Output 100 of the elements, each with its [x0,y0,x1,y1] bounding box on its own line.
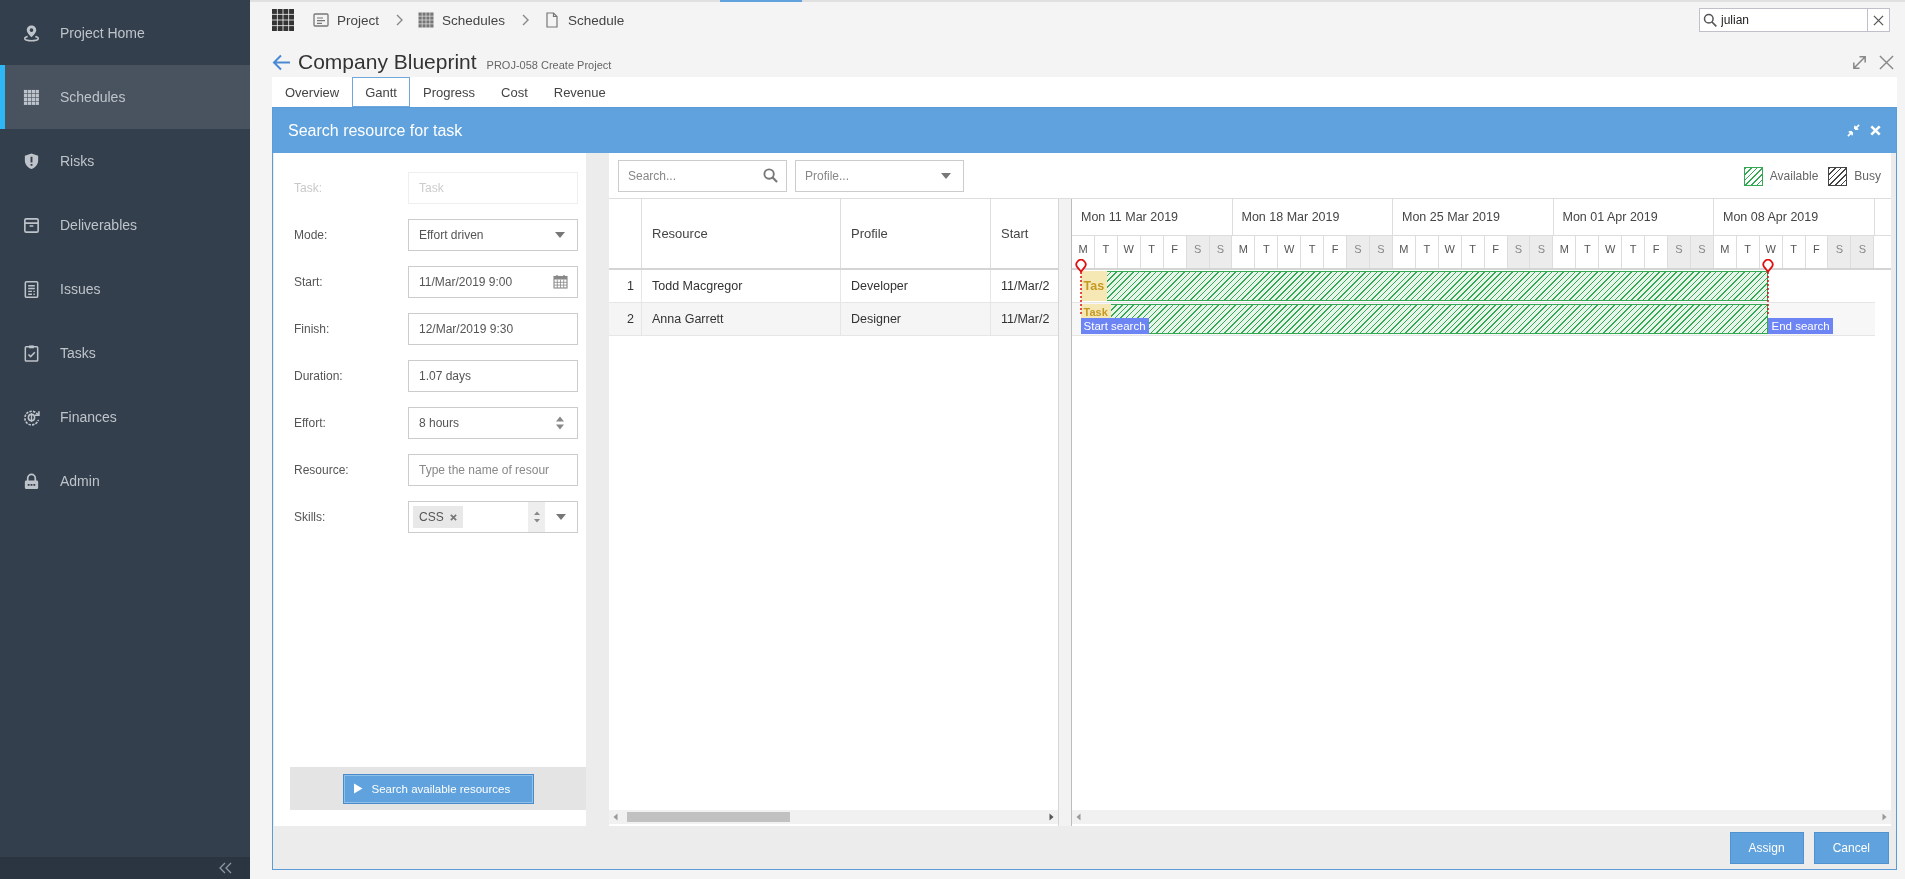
window-list-icon [313,12,329,28]
day-header: F [1645,236,1668,268]
field-label: Duration: [294,369,344,383]
chevron-right-icon [522,14,530,26]
table-cell: Designer [841,303,991,335]
calendar-icon[interactable] [553,274,568,289]
legend-label: Available [1769,169,1819,183]
day-header: T [1782,236,1806,268]
archive-box-icon [22,215,41,235]
sidebar-item[interactable]: Risks [0,129,250,193]
breadcrumb-link[interactable]: Schedules [418,12,506,28]
expand-icon[interactable] [1851,53,1868,71]
field-label: Resource: [294,463,350,477]
caret-down-icon[interactable] [556,514,566,520]
end-marker[interactable] [1762,259,1775,315]
day-header: S [1667,236,1691,268]
play-icon [352,783,363,794]
text-field[interactable]: 12/Mar/2019 9:30 [408,313,578,345]
table-cell: Anna Garrett [642,303,841,335]
tab[interactable]: Cost [488,77,541,107]
scroll-left-icon[interactable] [613,813,618,821]
tab[interactable]: Overview [272,77,353,107]
day-header: W [1438,236,1462,268]
minimize-arrows-icon[interactable] [1847,124,1860,137]
remove-icon[interactable] [449,513,457,521]
field-label: Skills: [294,510,327,524]
caret-down-icon[interactable] [941,173,951,179]
day-header: S [1530,236,1554,268]
search-icon [1703,13,1717,27]
day-header: W [1278,236,1302,268]
breadcrumb-link[interactable]: Schedule [544,12,625,28]
day-header: S [1370,236,1393,268]
sidebar-item[interactable]: Deliverables [0,193,250,257]
sidebar-item[interactable]: Finances [0,385,250,449]
tab[interactable]: Gantt [352,77,410,107]
day-header: T [1576,236,1600,268]
document-icon [544,12,561,28]
close-icon[interactable] [1879,54,1894,70]
column-header[interactable]: Start [991,199,1058,268]
column-header[interactable]: Resource [642,199,841,268]
dropdown-field[interactable]: Effort driven [408,219,578,251]
day-header: F [1484,236,1508,268]
horizontal-scrollbar[interactable] [609,810,1058,824]
page-subtitle: PROJ-058 Create Project [486,59,612,71]
tag-field[interactable]: CSS [408,501,578,533]
sidebar-item[interactable]: Schedules [0,65,250,129]
padlock-icon [22,471,41,491]
week-header: Mon 18 Mar 2019 [1232,199,1393,235]
dropdown-field[interactable]: Profile... [795,160,964,192]
legend-label: Busy [1854,169,1881,183]
collapse-chevrons-icon[interactable] [218,862,233,874]
column-header[interactable]: Profile [841,199,991,268]
field-label: Effort: [294,416,327,430]
caret-down-icon[interactable] [555,232,565,238]
day-header: T [1415,236,1439,268]
search-field[interactable]: Search... [618,160,787,192]
week-header: Mon 01 Apr 2019 [1553,199,1714,235]
table-cell: Todd Macgregor [642,270,841,302]
date-field[interactable]: 11/Mar/2019 9:00 [408,266,578,298]
field-label: Finish: [294,322,331,336]
back-arrow-icon[interactable] [272,53,291,71]
day-header: M [1553,236,1577,268]
day-header: S [1209,236,1233,268]
day-header: S [1851,236,1875,268]
sidebar-item[interactable]: Project Home [0,1,250,65]
sidebar-item[interactable]: Issues [0,257,250,321]
day-header: T [1255,236,1279,268]
tab[interactable]: Revenue [540,77,619,107]
close-icon [1873,14,1884,26]
text-field[interactable]: Type the name of resour [408,454,578,486]
location-pin-icon [22,23,41,43]
day-header: F [1163,236,1187,268]
text-field[interactable]: 1.07 days [408,360,578,392]
week-header: Mon 25 Mar 2019 [1393,199,1554,235]
spinner-arrows-icon[interactable] [555,415,565,431]
spinner-arrows-icon[interactable] [532,509,541,525]
tag-chip[interactable]: CSS [413,506,463,528]
breadcrumb-link[interactable]: Project [313,12,380,28]
dialog-title: Search resource for task [288,121,463,140]
tab[interactable]: Progress [410,77,488,107]
table-cell-text: 11/Mar/2 [1000,311,1051,328]
day-header: M [1232,236,1256,268]
apps-grid-icon[interactable] [272,9,294,31]
scrollbar-thumb[interactable] [627,812,790,822]
spinner-control[interactable] [528,502,545,532]
scroll-left-icon[interactable] [1076,813,1081,821]
scroll-right-icon[interactable] [1049,813,1054,821]
horizontal-scrollbar[interactable] [1072,810,1891,824]
table-cell-text: 11/Mar/2 [1000,278,1051,295]
grid-icon [418,12,435,28]
number-field[interactable]: 8 hours [408,407,578,439]
day-header: T [1094,236,1118,268]
day-header: S [1507,236,1531,268]
search-icon[interactable] [763,168,778,183]
sidebar-item[interactable]: Admin [0,449,250,513]
sidebar-item[interactable]: Tasks [0,321,250,385]
day-header: T [1140,236,1164,268]
week-header: Mon 11 Mar 2019 [1072,199,1233,235]
week-header: Mon 08 Apr 2019 [1714,199,1875,235]
day-header: T [1461,236,1485,268]
